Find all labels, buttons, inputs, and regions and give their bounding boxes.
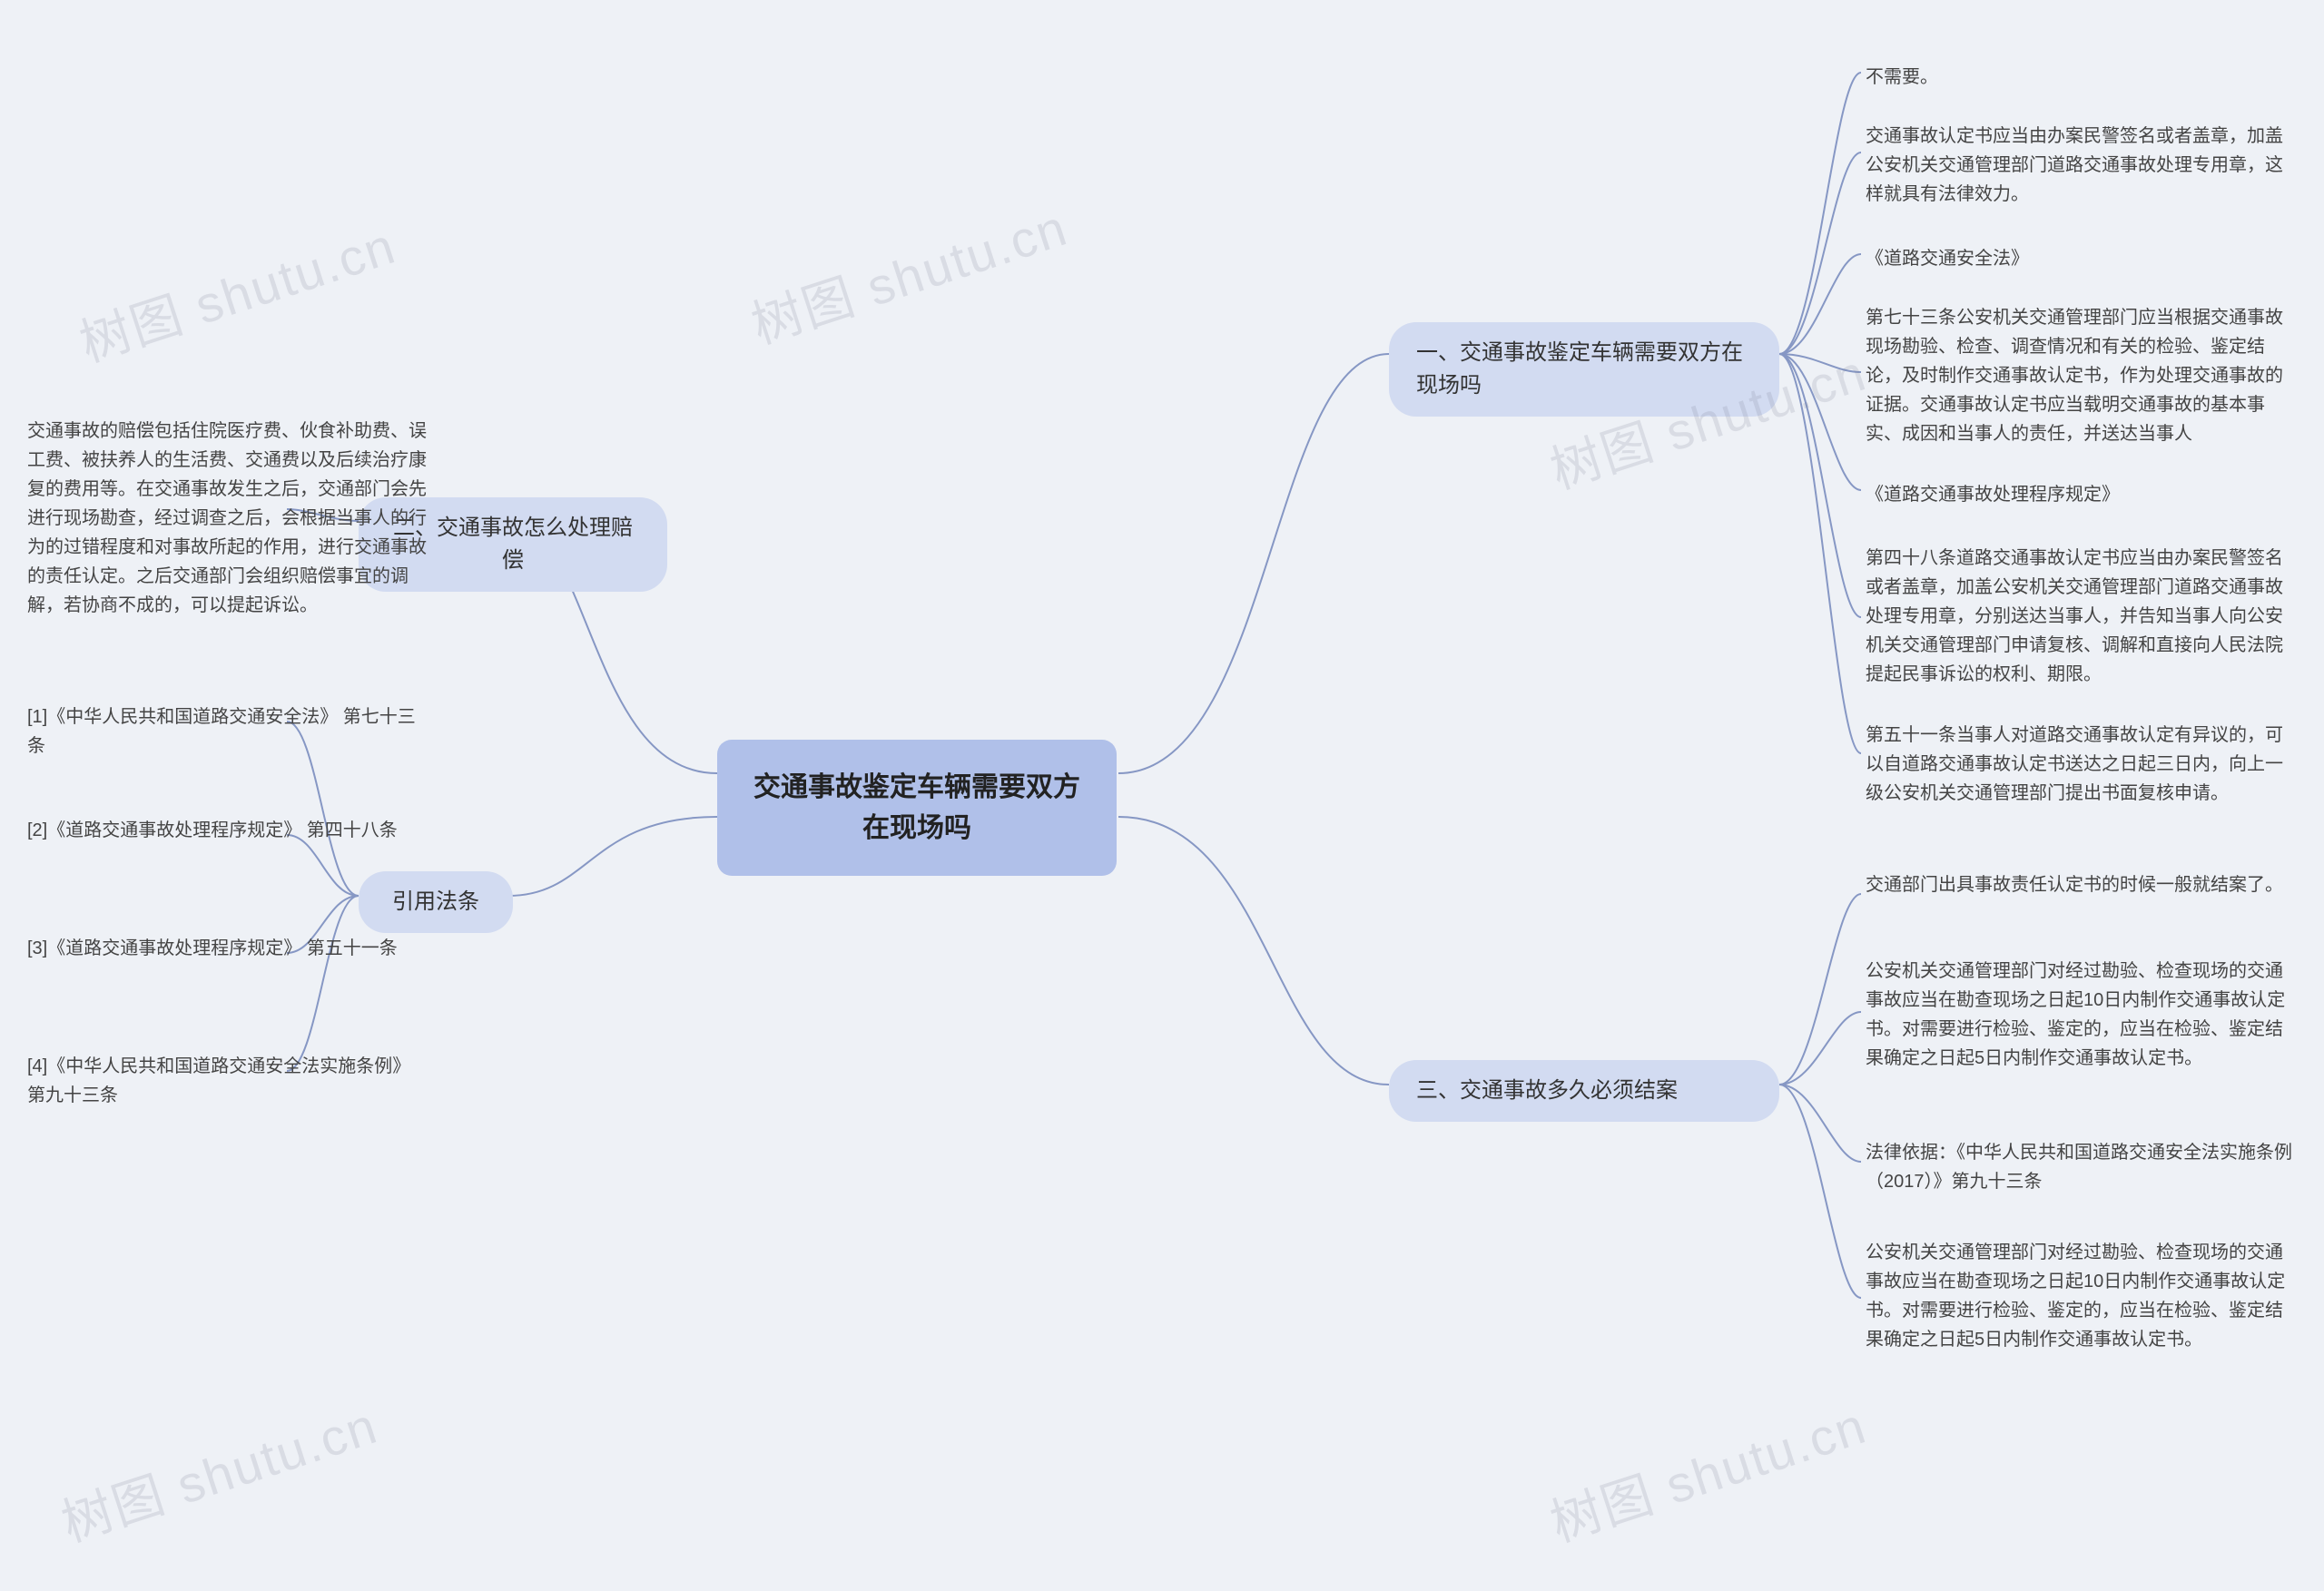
leaf-node[interactable]: [1]《中华人民共和国道路交通安全法》 第七十三条 bbox=[27, 699, 418, 764]
leaf-text: 《道路交通安全法》 bbox=[1866, 249, 2029, 269]
branch-label: 一、交通事故鉴定车辆需要双方在现场吗 bbox=[1416, 340, 1743, 398]
leaf-text: [3]《道路交通事故处理程序规定》 第五十一条 bbox=[27, 938, 398, 958]
leaf-node[interactable]: [3]《道路交通事故处理程序规定》 第五十一条 bbox=[27, 930, 418, 967]
watermark: 树图 shutu.cn bbox=[741, 187, 1076, 358]
leaf-node[interactable]: 法律依据：《中华人民共和国道路交通安全法实施条例（2017）》第九十三条 bbox=[1866, 1134, 2292, 1200]
leaf-node[interactable]: 第五十一条当事人对道路交通事故认定有异议的，可以自道路交通事故认定书送达之日起三… bbox=[1866, 717, 2292, 811]
leaf-text: [4]《中华人民共和国道路交通安全法实施条例》 第九十三条 bbox=[27, 1056, 410, 1105]
mindmap-root[interactable]: 交通事故鉴定车辆需要双方在现场吗 bbox=[717, 740, 1117, 876]
branch-label: 二、交通事故怎么处理赔偿 bbox=[393, 516, 633, 573]
leaf-text: 公安机关交通管理部门对经过勘验、检查现场的交通事故应当在勘查现场之日起10日内制… bbox=[1866, 961, 2285, 1068]
leaf-node[interactable]: 《道路交通事故处理程序规定》 bbox=[1866, 476, 2292, 513]
watermark: 树图 shutu.cn bbox=[69, 205, 404, 377]
leaf-text: 《道路交通事故处理程序规定》 bbox=[1866, 485, 2120, 505]
leaf-text: 第四十八条道路交通事故认定书应当由办案民警签名或者盖章，加盖公安机关交通管理部门… bbox=[1866, 548, 2283, 684]
leaf-node[interactable]: 《道路交通安全法》 bbox=[1866, 241, 2292, 277]
leaf-text: [1]《中华人民共和国道路交通安全法》 第七十三条 bbox=[27, 707, 416, 756]
leaf-node[interactable]: 交通事故认定书应当由办案民警签名或者盖章，加盖公安机关交通管理部门道路交通事故处… bbox=[1866, 118, 2292, 212]
root-title: 交通事故鉴定车辆需要双方在现场吗 bbox=[753, 772, 1080, 843]
leaf-node[interactable]: 交通部门出具事故责任认定书的时候一般就结案了。 bbox=[1866, 867, 2292, 903]
leaf-text: 第五十一条当事人对道路交通事故认定有异议的，可以自道路交通事故认定书送达之日起三… bbox=[1866, 725, 2283, 803]
watermark: 树图 shutu.cn bbox=[51, 1385, 386, 1557]
leaf-text: 公安机关交通管理部门对经过勘验、检查现场的交通事故应当在勘查现场之日起10日内制… bbox=[1866, 1242, 2285, 1350]
leaf-text: 交通部门出具事故责任认定书的时候一般就结案了。 bbox=[1866, 875, 2283, 895]
branch-label: 三、交通事故多久必须结案 bbox=[1416, 1078, 1678, 1103]
leaf-node[interactable]: 第四十八条道路交通事故认定书应当由办案民警签名或者盖章，加盖公安机关交通管理部门… bbox=[1866, 540, 2292, 692]
leaf-node[interactable]: 不需要。 bbox=[1866, 59, 2292, 95]
watermark: 树图 shutu.cn bbox=[1540, 1385, 1875, 1557]
leaf-text: 交通事故认定书应当由办案民警签名或者盖章，加盖公安机关交通管理部门道路交通事故处… bbox=[1866, 126, 2283, 204]
leaf-node[interactable]: [4]《中华人民共和国道路交通安全法实施条例》 第九十三条 bbox=[27, 1048, 418, 1114]
leaf-node[interactable]: 公安机关交通管理部门对经过勘验、检查现场的交通事故应当在勘查现场之日起10日内制… bbox=[1866, 1234, 2292, 1358]
branch-cited-laws[interactable]: 引用法条 bbox=[359, 871, 513, 933]
leaf-node[interactable]: 第七十三条公安机关交通管理部门应当根据交通事故现场勘验、检查、调查情况和有关的检… bbox=[1866, 300, 2292, 452]
leaf-node[interactable]: 公安机关交通管理部门对经过勘验、检查现场的交通事故应当在勘查现场之日起10日内制… bbox=[1866, 953, 2292, 1076]
leaf-text: 法律依据：《中华人民共和国道路交通安全法实施条例（2017）》第九十三条 bbox=[1866, 1143, 2292, 1192]
leaf-text: 第七十三条公安机关交通管理部门应当根据交通事故现场勘验、检查、调查情况和有关的检… bbox=[1866, 308, 2283, 444]
branch-label: 引用法条 bbox=[392, 889, 479, 914]
leaf-text: [2]《道路交通事故处理程序规定》 第四十八条 bbox=[27, 820, 398, 840]
branch-section-1[interactable]: 一、交通事故鉴定车辆需要双方在现场吗 bbox=[1389, 322, 1779, 417]
leaf-node[interactable]: 交通事故的赔偿包括住院医疗费、伙食补助费、误工费、被扶养人的生活费、交通费以及后… bbox=[27, 413, 427, 624]
leaf-text: 交通事故的赔偿包括住院医疗费、伙食补助费、误工费、被扶养人的生活费、交通费以及后… bbox=[27, 421, 427, 615]
leaf-node[interactable]: [2]《道路交通事故处理程序规定》 第四十八条 bbox=[27, 812, 418, 849]
leaf-text: 不需要。 bbox=[1866, 67, 1938, 87]
branch-section-3[interactable]: 三、交通事故多久必须结案 bbox=[1389, 1060, 1779, 1122]
